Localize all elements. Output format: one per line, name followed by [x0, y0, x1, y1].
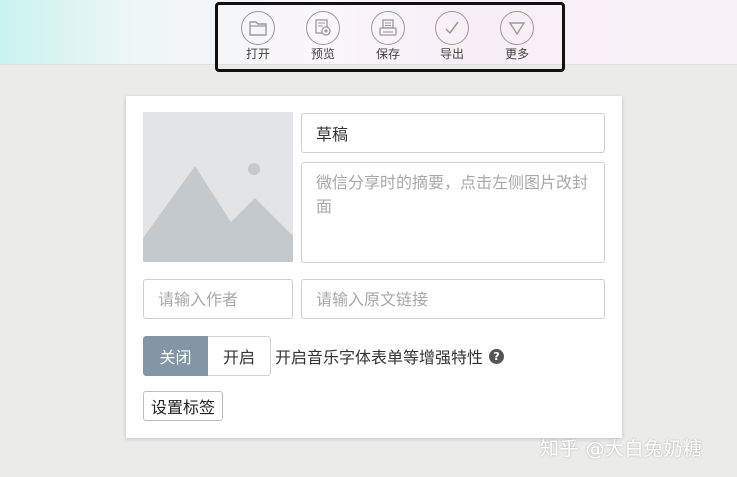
triangle-down-icon	[500, 11, 534, 45]
more-button[interactable]: 更多	[489, 11, 545, 61]
title-input[interactable]	[301, 113, 605, 153]
cover-image-picker[interactable]	[143, 112, 293, 262]
save-icon	[371, 11, 405, 45]
enhance-feature-caption: 开启音乐字体表单等增强特性 ?	[275, 336, 505, 376]
preview-label: 预览	[310, 47, 335, 61]
open-label: 打开	[245, 47, 270, 61]
top-toolbar-bar: 打开 预览 保存 导出 更多	[0, 0, 737, 72]
save-button[interactable]: 保存	[360, 11, 416, 61]
help-icon[interactable]: ?	[489, 348, 505, 364]
preview-icon	[306, 11, 340, 45]
export-label: 导出	[439, 47, 464, 61]
checkmark-icon	[435, 11, 469, 45]
summary-textarea[interactable]	[301, 162, 605, 263]
export-button[interactable]: 导出	[424, 11, 480, 61]
toggle-on-button[interactable]: 开启	[208, 336, 271, 376]
enhance-caption-text: 开启音乐字体表单等增强特性	[275, 348, 484, 367]
enhance-toggle-group: 关闭 开启	[143, 336, 271, 376]
toggle-off-button[interactable]: 关闭	[143, 336, 208, 376]
watermark-text: 知乎 @大白兔奶糖	[540, 438, 703, 460]
image-placeholder-icon	[143, 112, 293, 262]
folder-icon	[241, 11, 275, 45]
open-button[interactable]: 打开	[230, 11, 286, 61]
article-settings-card: 关闭 开启 开启音乐字体表单等增强特性 ? 设置标签	[126, 96, 622, 438]
toolbar-highlight-frame: 打开 预览 保存 导出 更多	[215, 2, 565, 72]
author-input[interactable]	[143, 279, 293, 319]
more-label: 更多	[504, 47, 529, 61]
preview-button[interactable]: 预览	[295, 11, 351, 61]
source-link-input[interactable]	[301, 279, 605, 319]
set-tags-button[interactable]: 设置标签	[143, 391, 224, 421]
save-label: 保存	[375, 47, 400, 61]
